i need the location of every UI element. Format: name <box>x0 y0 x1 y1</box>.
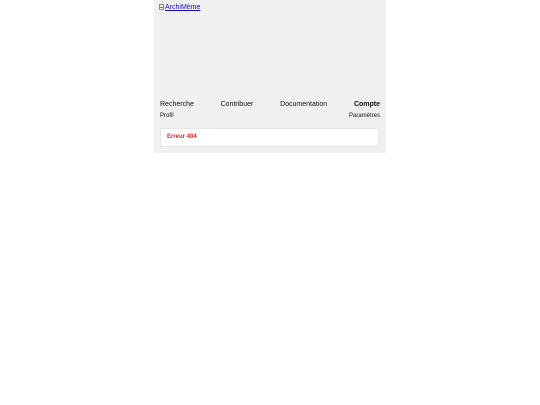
logo-alt-text: ArchiMème <box>165 4 201 11</box>
error-message: Erreur 404 <box>167 134 197 140</box>
subnav-item-parametres[interactable]: Paramètres <box>349 113 380 119</box>
broken-image-icon <box>159 4 165 11</box>
site-logo-link[interactable]: ArchiMème <box>159 4 200 11</box>
sub-navigation: Profil Paramètres <box>160 113 380 119</box>
nav-item-compte[interactable]: Compte <box>354 101 380 108</box>
nav-item-documentation[interactable]: Documentation <box>280 101 327 108</box>
nav-item-contribuer[interactable]: Contribuer <box>221 101 254 108</box>
subnav-item-profil[interactable]: Profil <box>160 113 174 119</box>
main-navigation: Recherche Contribuer Documentation Compt… <box>160 101 380 108</box>
page-container: ArchiMème Recherche Contribuer Documenta… <box>154 0 386 153</box>
error-panel: Erreur 404 <box>160 128 379 147</box>
nav-item-recherche[interactable]: Recherche <box>160 101 194 108</box>
